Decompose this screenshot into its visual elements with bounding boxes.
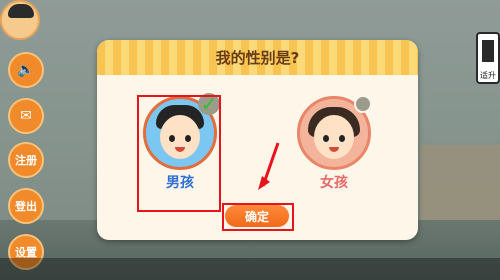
dialog-header: 我的性别是? bbox=[97, 40, 418, 75]
option-girl[interactable]: 女孩 bbox=[294, 95, 374, 192]
annotation-box-boy bbox=[137, 95, 221, 212]
logout-button[interactable]: 登出 bbox=[8, 188, 44, 224]
right-panel[interactable]: 适升 bbox=[476, 32, 500, 84]
sound-button[interactable]: 🔈 bbox=[8, 52, 44, 88]
eye bbox=[323, 135, 329, 142]
player-avatar[interactable] bbox=[0, 0, 40, 40]
mail-button[interactable]: ✉ bbox=[8, 98, 44, 134]
speaker-icon: 🔈 bbox=[17, 62, 35, 78]
register-label: 注册 bbox=[15, 154, 37, 167]
right-panel-label: 适升 bbox=[480, 71, 496, 80]
mail-icon: ✉ bbox=[20, 108, 32, 124]
register-button[interactable]: 注册 bbox=[8, 142, 44, 178]
girl-face bbox=[314, 115, 354, 159]
mouth bbox=[329, 147, 339, 152]
logout-label: 登出 bbox=[15, 200, 37, 213]
panel-icon bbox=[482, 40, 494, 62]
eye bbox=[339, 135, 345, 142]
annotation-box-confirm bbox=[222, 203, 294, 231]
girl-avatar bbox=[297, 95, 372, 170]
girl-label: 女孩 bbox=[320, 175, 348, 191]
bottom-ticker bbox=[0, 258, 500, 280]
radio-icon bbox=[354, 95, 372, 113]
dialog-title: 我的性别是? bbox=[215, 49, 300, 67]
